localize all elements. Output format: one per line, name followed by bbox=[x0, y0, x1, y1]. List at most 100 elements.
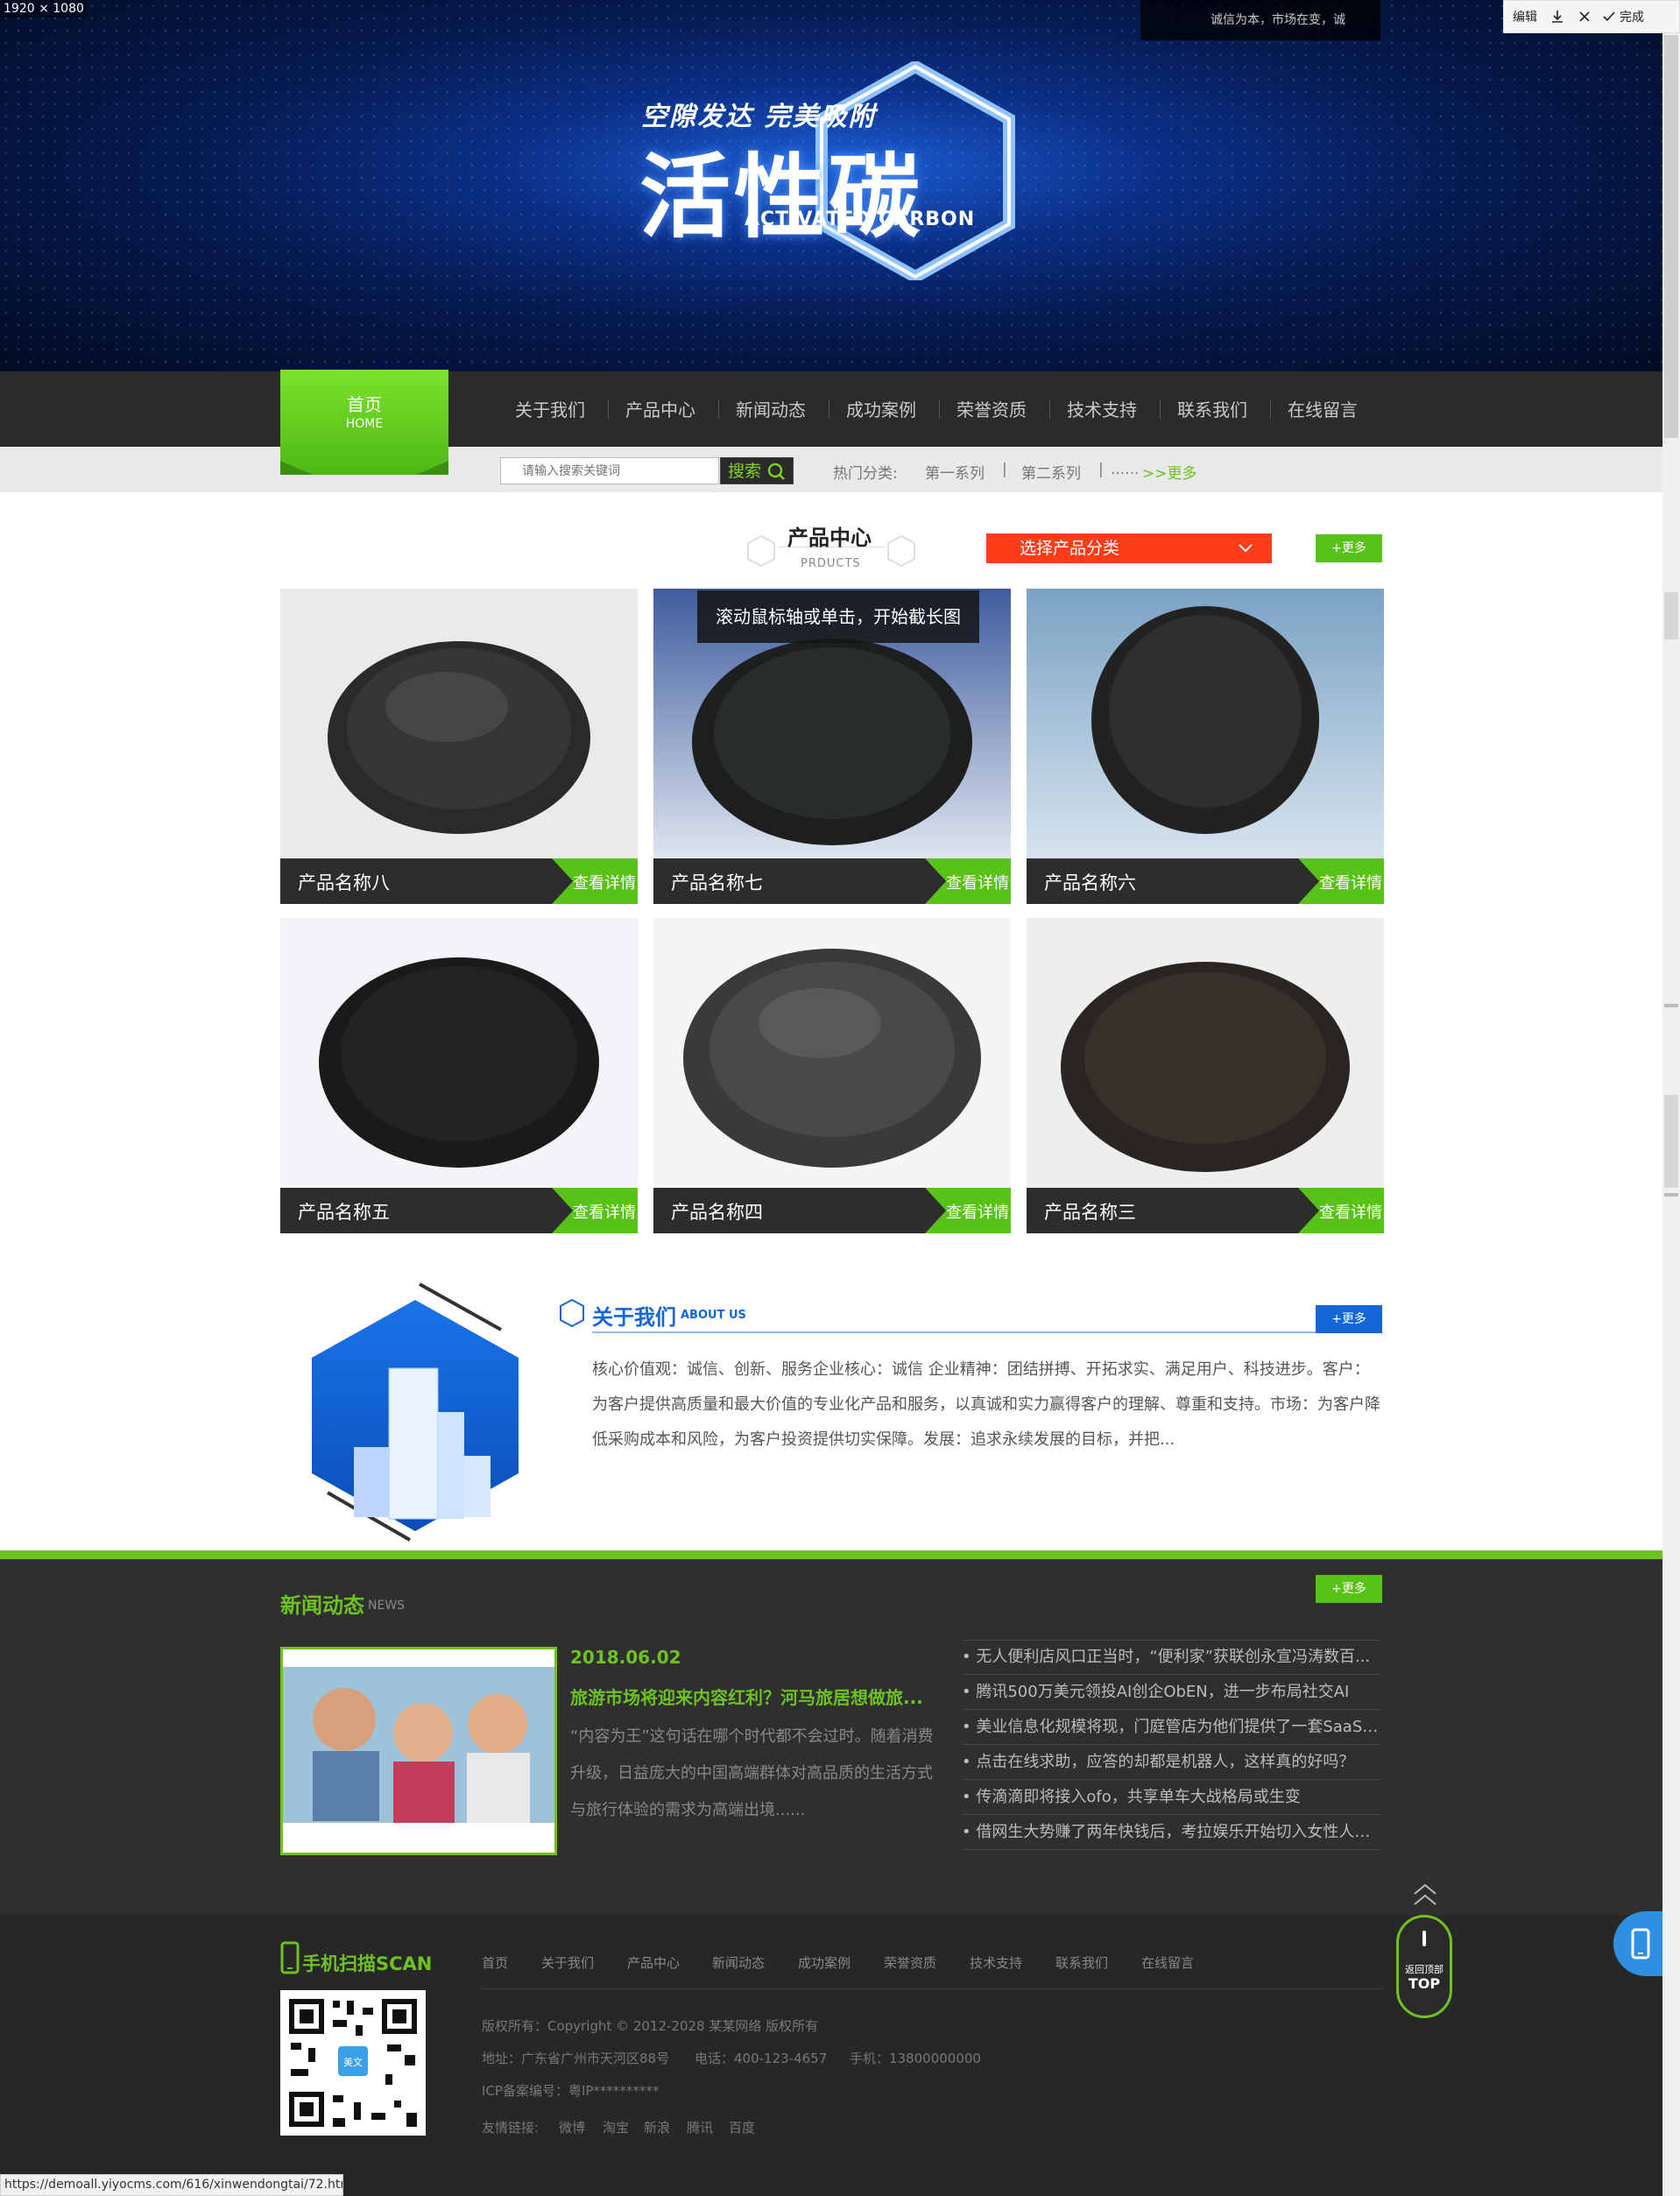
news-english: NEWS bbox=[368, 1599, 406, 1613]
product-name[interactable]: 产品名称四 bbox=[671, 1198, 763, 1225]
view-detail-link[interactable]: 查看详情 bbox=[946, 1200, 1009, 1223]
footer-nav-message[interactable]: 在线留言 bbox=[1141, 1953, 1194, 1972]
product-name[interactable]: 产品名称五 bbox=[298, 1198, 390, 1225]
view-detail-link[interactable]: 查看详情 bbox=[573, 871, 636, 893]
hot-category-separator: | bbox=[1098, 461, 1104, 478]
search-input[interactable] bbox=[500, 457, 719, 484]
nav-item-contact[interactable]: 联系我们 bbox=[1177, 396, 1247, 421]
mobile-icon[interactable] bbox=[1631, 1928, 1650, 1959]
hot-category-2[interactable]: 第二系列 bbox=[1021, 461, 1081, 483]
friend-link[interactable]: 淘宝 bbox=[603, 2118, 629, 2136]
product-card[interactable]: 产品名称六 查看详情 bbox=[1027, 589, 1384, 904]
nav-item-products[interactable]: 产品中心 bbox=[625, 396, 695, 421]
friend-link[interactable]: 微博 bbox=[559, 2118, 585, 2136]
hot-category-1[interactable]: 第一系列 bbox=[925, 461, 985, 483]
scroll-wheel-icon bbox=[1422, 1931, 1426, 1946]
about-building-image[interactable] bbox=[301, 1281, 529, 1543]
done-button[interactable]: 完成 bbox=[1620, 8, 1644, 25]
hexagon-outline-icon bbox=[560, 1298, 584, 1328]
product-image[interactable] bbox=[653, 918, 1011, 1188]
list-item[interactable]: • 传滴滴即将接入ofo，共享单车大战格局或生变 bbox=[962, 1780, 1380, 1815]
back-to-top-label[interactable]: 返回顶部 bbox=[1396, 1962, 1452, 1976]
footer-nav-cases[interactable]: 成功案例 bbox=[798, 1953, 851, 1972]
about-english: ABOUT US bbox=[681, 1309, 746, 1322]
nav-item-honors[interactable]: 荣誉资质 bbox=[956, 396, 1027, 421]
view-detail-link[interactable]: 查看详情 bbox=[946, 871, 1009, 893]
view-detail-link[interactable]: 查看详情 bbox=[1319, 1200, 1382, 1223]
product-card[interactable]: 产品名称五 查看详情 bbox=[280, 918, 638, 1233]
product-name[interactable]: 产品名称六 bbox=[1044, 869, 1136, 895]
product-name[interactable]: 产品名称三 bbox=[1044, 1198, 1136, 1225]
news-headline[interactable]: 旅游市场将迎来内容红利？河马旅居想做旅... bbox=[570, 1684, 936, 1709]
nav-item-news[interactable]: 新闻动态 bbox=[736, 396, 806, 421]
long-screenshot-tooltip: 滚动鼠标轴或单击，开始截长图 bbox=[697, 590, 979, 643]
hot-more-link[interactable]: >>更多 bbox=[1142, 461, 1197, 483]
nav-divider bbox=[1270, 399, 1271, 419]
close-icon[interactable] bbox=[1578, 10, 1592, 24]
copyright-text: 版权所有：Copyright © 2012-2028 某某网络 版权所有 bbox=[482, 2018, 819, 2034]
nav-divider bbox=[1160, 399, 1161, 419]
footer-nav-contact[interactable]: 联系我们 bbox=[1055, 1953, 1108, 1972]
footer-nav-home[interactable]: 首页 bbox=[482, 1953, 508, 1972]
product-image[interactable] bbox=[280, 589, 638, 858]
phone-text: 电话：400-123-4657 bbox=[695, 2051, 828, 2066]
search-bar bbox=[0, 447, 1662, 492]
list-item[interactable]: • 美业信息化规模将现，门庭管店为他们提供了一套SaaS管... bbox=[962, 1710, 1380, 1745]
nav-item-support[interactable]: 技术支持 bbox=[1067, 396, 1137, 421]
banner-title: 活性碳 bbox=[639, 144, 924, 251]
chevron-down-icon bbox=[1239, 544, 1253, 553]
footer-nav-news[interactable]: 新闻动态 bbox=[712, 1953, 765, 1972]
hero-banner: 空隙发达 完美吸附 活性碳 ACTIVATED CARBON bbox=[0, 0, 1662, 371]
product-image[interactable] bbox=[1027, 918, 1384, 1188]
status-url: https://demoall.yiyocms.com/616/xinwendo… bbox=[0, 2174, 343, 2196]
nav-item-message[interactable]: 在线留言 bbox=[1288, 396, 1358, 421]
friend-link[interactable]: 新浪 bbox=[644, 2118, 670, 2136]
product-name[interactable]: 产品名称七 bbox=[671, 869, 763, 895]
nav-home-title[interactable]: 首页 bbox=[280, 391, 448, 416]
back-to-top-top[interactable]: TOP bbox=[1396, 1975, 1452, 1992]
view-detail-link[interactable]: 查看详情 bbox=[1319, 871, 1382, 893]
nav-item-cases[interactable]: 成功案例 bbox=[846, 396, 916, 421]
about-more-button[interactable]: +更多 bbox=[1316, 1305, 1382, 1333]
product-card[interactable]: 产品名称四 查看详情 bbox=[653, 918, 1011, 1233]
product-card[interactable]: 产品名称三 查看详情 bbox=[1027, 918, 1384, 1233]
scrollbar-thumb[interactable] bbox=[1664, 35, 1678, 438]
nav-divider bbox=[1049, 399, 1050, 419]
list-item[interactable]: • 借网生大势赚了两年快钱后，考拉娱乐开始切入女性人群... bbox=[962, 1815, 1380, 1850]
hexagon-deco-icon bbox=[747, 534, 775, 568]
products-more-button[interactable]: +更多 bbox=[1316, 534, 1382, 562]
list-item[interactable]: • 腾讯500万美元领投AI创企ObEN，进一步布局社交AI bbox=[962, 1675, 1380, 1710]
product-image[interactable] bbox=[280, 918, 638, 1188]
list-item[interactable]: • 点击在线求助，应答的却都是机器人，这样真的好吗？ bbox=[962, 1745, 1380, 1780]
friend-link[interactable]: 百度 bbox=[729, 2118, 755, 2136]
news-thumbnail[interactable] bbox=[280, 1647, 557, 1855]
about-title: 关于我们 bbox=[592, 1305, 676, 1330]
download-icon[interactable] bbox=[1549, 9, 1565, 25]
friend-link[interactable]: 腾讯 bbox=[687, 2118, 713, 2136]
about-divider bbox=[592, 1331, 1316, 1333]
news-photo[interactable] bbox=[283, 1649, 554, 1853]
category-select[interactable]: 选择产品分类 bbox=[986, 533, 1272, 563]
hot-category-ellipsis: ...... bbox=[1111, 461, 1140, 478]
double-chevron-up-icon[interactable] bbox=[1412, 1882, 1438, 1910]
product-image[interactable] bbox=[1027, 589, 1384, 858]
banner-english: ACTIVATED CARBON bbox=[745, 208, 976, 230]
product-name[interactable]: 产品名称八 bbox=[298, 869, 390, 895]
edit-button[interactable]: 编辑 bbox=[1513, 8, 1537, 25]
news-accent-line bbox=[0, 1550, 1662, 1559]
search-icon[interactable] bbox=[766, 462, 786, 481]
footer-nav-about[interactable]: 关于我们 bbox=[541, 1953, 594, 1972]
scan-title: 手机扫描SCAN bbox=[302, 1953, 433, 1974]
product-card[interactable]: 产品名称八 查看详情 bbox=[280, 589, 638, 904]
news-more-button[interactable]: +更多 bbox=[1316, 1575, 1382, 1603]
address-text: 地址：广东省广州市天河区88号 bbox=[482, 2051, 670, 2066]
scroll-marker bbox=[1664, 1095, 1678, 1188]
view-detail-link[interactable]: 查看详情 bbox=[573, 1200, 636, 1223]
footer-divider bbox=[482, 1988, 1382, 1989]
footer-nav-honors[interactable]: 荣誉资质 bbox=[884, 1953, 936, 1972]
footer-nav-products[interactable]: 产品中心 bbox=[627, 1953, 680, 1972]
nav-item-about[interactable]: 关于我们 bbox=[515, 396, 585, 421]
footer-nav-support[interactable]: 技术支持 bbox=[970, 1953, 1022, 1972]
nav-divider bbox=[939, 399, 940, 419]
list-item[interactable]: • 无人便利店风口正当时，“便利家”获联创永宣冯涛数百... bbox=[962, 1640, 1380, 1675]
